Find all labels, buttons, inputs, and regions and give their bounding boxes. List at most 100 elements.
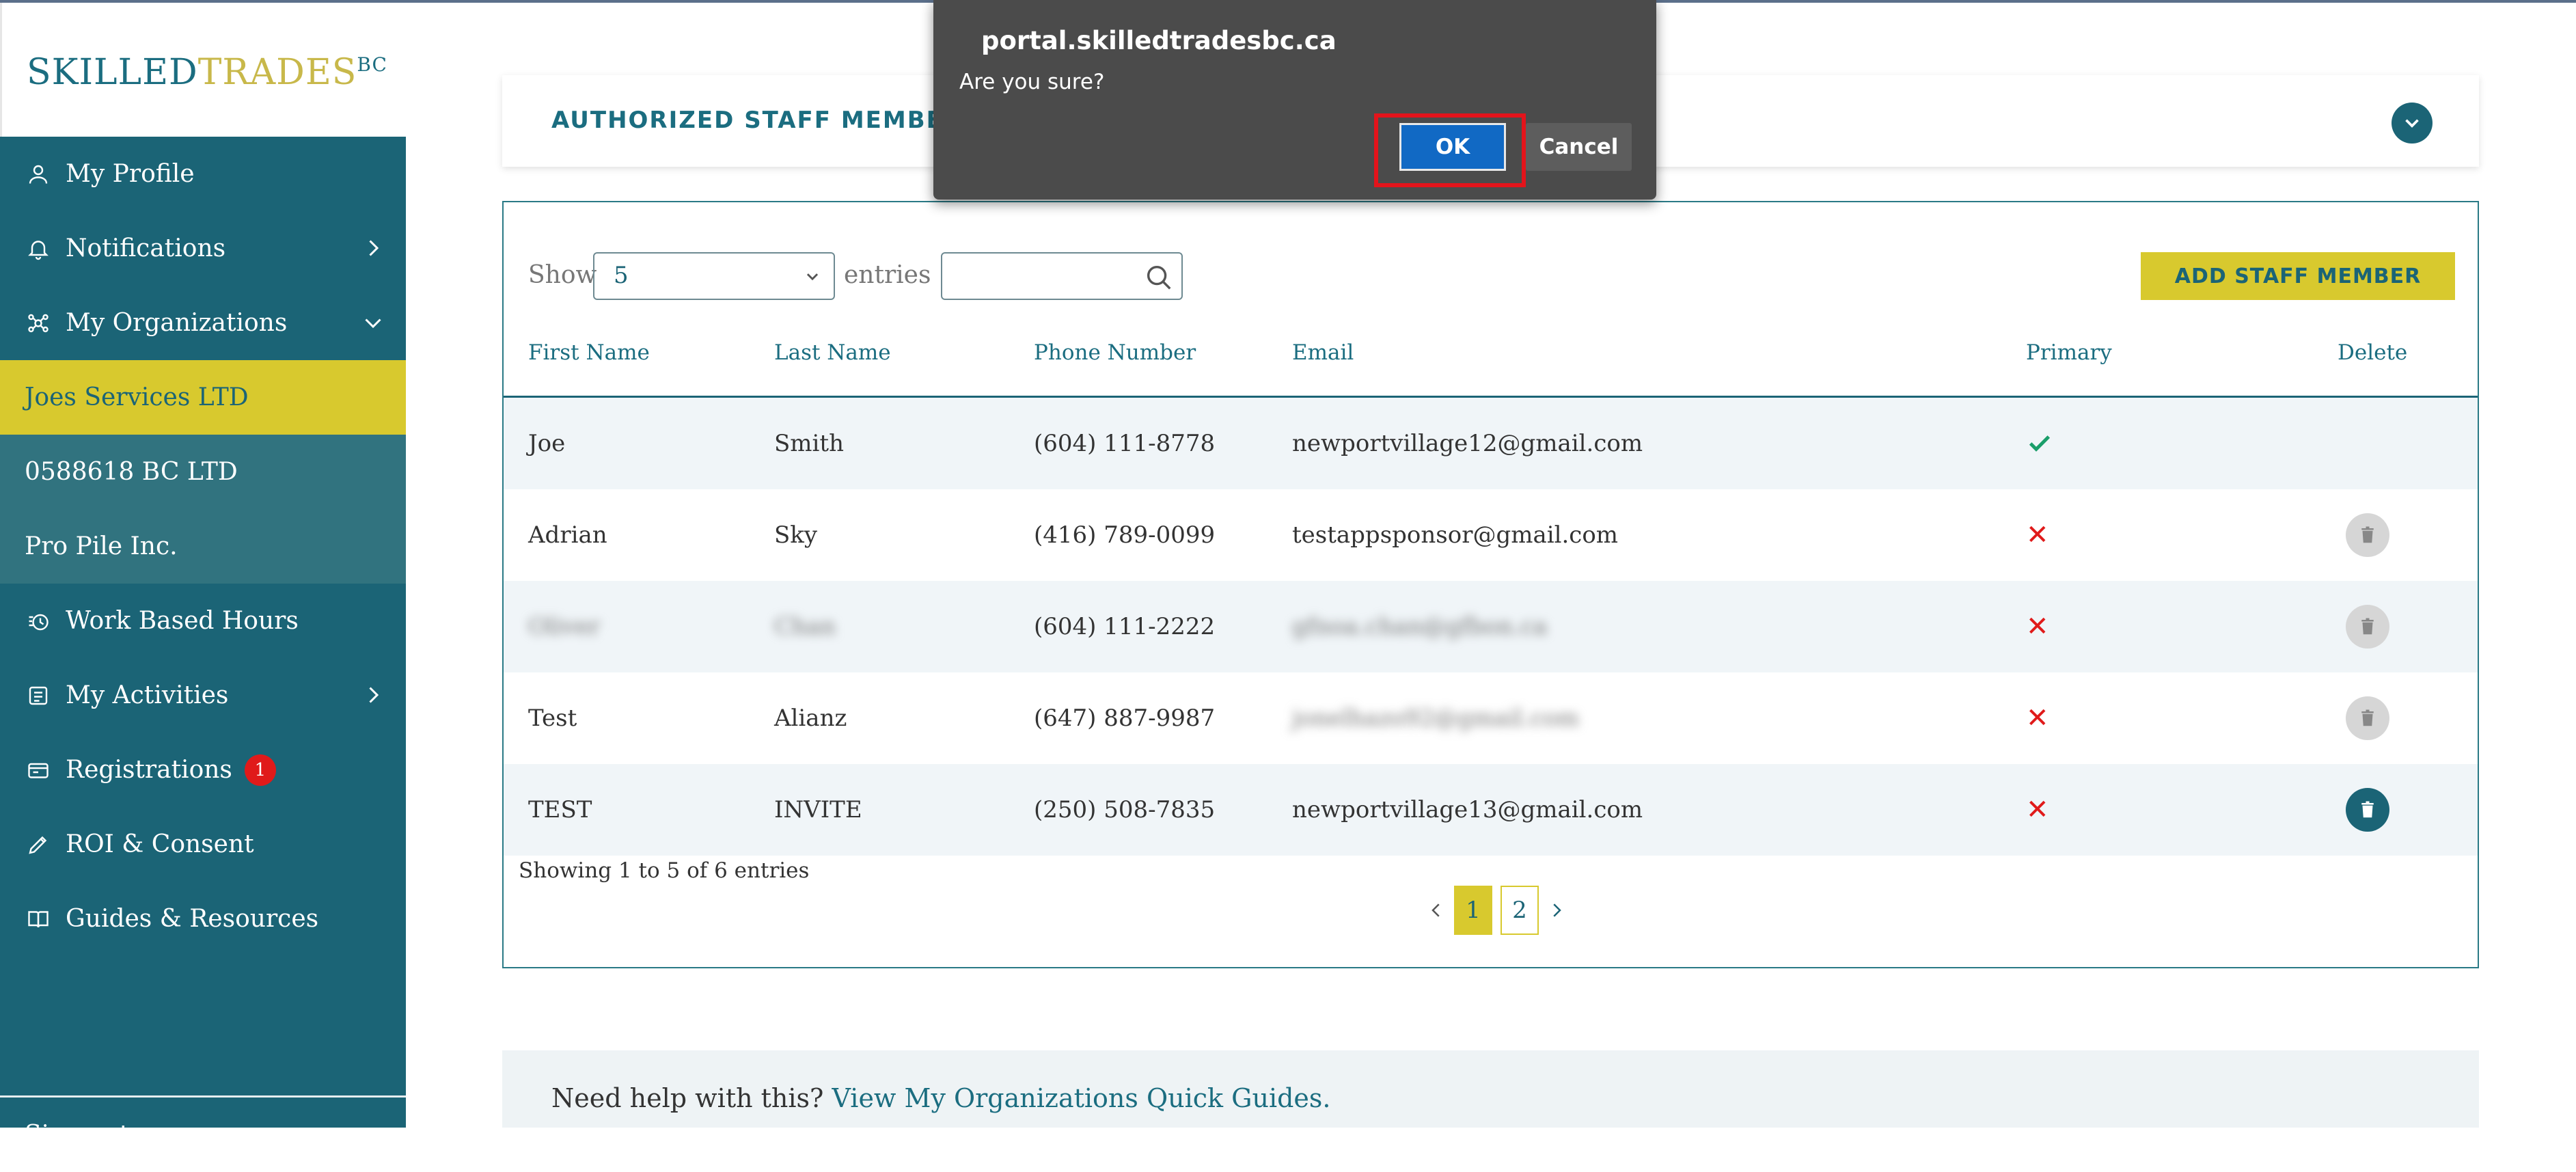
cell-email: jonelhazo92@gmail.com	[1292, 705, 1580, 732]
table-info: Showing 1 to 5 of 6 entries	[519, 858, 810, 883]
cell-phone: (604) 111-2222	[1034, 613, 1216, 640]
sidebar-item-label: Work Based Hours	[66, 607, 299, 635]
dialog-message: Are you sure?	[959, 70, 1105, 94]
chevron-right-icon	[369, 240, 379, 256]
check-icon	[2029, 435, 2051, 452]
help-text: Need help with this? View My Organizatio…	[551, 1083, 1331, 1113]
previous-page-button[interactable]	[1423, 897, 1450, 924]
cell-first-name: Adrian	[528, 521, 607, 549]
next-page-button[interactable]	[1543, 897, 1570, 924]
chevron-right-icon	[1553, 903, 1561, 917]
sidebar-item-sign-out[interactable]: Sign out	[0, 1098, 406, 1172]
sidebar-item-label: Sign out	[25, 1121, 130, 1149]
sidebar-item-0588618-bc[interactable]: 0588618 BC LTD	[0, 435, 406, 509]
dialog-title: portal.skilledtradesbc.ca	[981, 26, 1337, 55]
sidebar-item-my-activities[interactable]: My Activities	[0, 658, 406, 733]
sidebar-item-label: ROI & Consent	[66, 830, 254, 858]
sidebar-item-joes-services[interactable]: Joes Services LTD	[0, 360, 406, 435]
sidebar-item-guides-resources[interactable]: Guides & Resources	[0, 882, 406, 956]
staff-table-card: Show 5 entries ADD STAFF MEMBER First Na…	[502, 201, 2479, 968]
page-size-select[interactable]: 5	[593, 252, 835, 300]
delete-button	[2346, 672, 2389, 764]
cell-first-name: TEST	[528, 796, 592, 823]
cell-last-name: Alianz	[774, 705, 847, 732]
column-header-first-name[interactable]: First Name	[528, 340, 650, 365]
chevron-left-icon	[1431, 903, 1440, 917]
sidebar-item-label: Notifications	[66, 234, 226, 262]
collapse-toggle-button[interactable]	[2392, 103, 2433, 144]
set-primary-x-icon[interactable]: ✕	[2026, 672, 2049, 764]
column-header-delete: Delete	[2338, 340, 2408, 365]
set-primary-x-icon[interactable]: ✕	[2026, 764, 2049, 856]
user-icon	[25, 161, 52, 188]
chevron-down-icon	[2405, 119, 2419, 128]
table-row: Oliver Chan (604) 111-2222 gfnoa.chan@gf…	[504, 581, 2478, 672]
activities-icon	[25, 682, 52, 709]
column-header-email[interactable]: Email	[1292, 340, 1354, 365]
table-row: Joe Smith (604) 111-8778 newportvillage1…	[504, 398, 2478, 489]
cell-email: newportvillage12@gmail.com	[1292, 430, 1643, 457]
sidebar-item-label: Guides & Resources	[66, 905, 319, 933]
sidebar-item-label: My Organizations	[66, 309, 288, 337]
logo-skilled: SKILLED	[27, 52, 198, 93]
chevron-down-icon	[806, 273, 819, 281]
set-primary-x-icon[interactable]: ✕	[2026, 489, 2049, 581]
sidebar-nav: My Profile Notifications My Organization…	[0, 137, 406, 1149]
cell-first-name: Test	[528, 705, 577, 732]
logo-bc: BC	[357, 53, 387, 76]
cell-phone: (604) 111-8778	[1034, 430, 1216, 457]
pencil-icon	[25, 831, 52, 858]
search-input[interactable]	[941, 252, 1183, 300]
primary-check-icon	[2026, 398, 2053, 489]
delete-button[interactable]	[2346, 764, 2389, 856]
confirm-dialog: portal.skilledtradesbc.ca Are you sure? …	[933, 0, 1656, 200]
help-prompt: Need help with this?	[551, 1083, 832, 1113]
ok-button[interactable]: OK	[1399, 123, 1506, 171]
page-size-value: 5	[614, 262, 629, 289]
sidebar-item-registrations[interactable]: Registrations 1	[0, 733, 406, 807]
sidebar-item-work-based-hours[interactable]: Work Based Hours	[0, 584, 406, 658]
trash-icon	[2346, 605, 2389, 649]
trash-icon	[2346, 513, 2389, 557]
section-title: AUTHORIZED STAFF MEMBERS	[551, 107, 981, 134]
logo[interactable]: SKILLEDTRADESBC	[27, 52, 387, 93]
sidebar-item-pro-pile[interactable]: Pro Pile Inc.	[0, 509, 406, 584]
cancel-button[interactable]: Cancel	[1526, 123, 1632, 171]
logo-area: SKILLEDTRADESBC	[0, 3, 406, 137]
page-2-button[interactable]: 2	[1501, 886, 1539, 935]
organizations-icon	[25, 310, 52, 337]
delete-button	[2346, 489, 2389, 581]
sidebar-item-my-profile[interactable]: My Profile	[0, 137, 406, 211]
show-label: Show	[528, 261, 597, 289]
chevron-down-icon	[365, 318, 381, 329]
table-row: TEST INVITE (250) 508-7835 newportvillag…	[504, 764, 2478, 856]
page-1-button[interactable]: 1	[1454, 886, 1492, 935]
cell-email: gfnoa.chan@gfbon.ca	[1292, 613, 1548, 640]
hours-icon	[25, 608, 52, 635]
bell-icon	[25, 235, 52, 262]
sidebar-item-notifications[interactable]: Notifications	[0, 211, 406, 286]
quick-guides-link[interactable]: View My Organizations Quick Guides.	[832, 1083, 1331, 1113]
trash-icon[interactable]	[2346, 788, 2389, 832]
sidebar-item-roi-consent[interactable]: ROI & Consent	[0, 807, 406, 882]
table-row: Adrian Sky (416) 789-0099 testappsponsor…	[504, 489, 2478, 581]
cell-last-name: Sky	[774, 521, 818, 549]
logo-trades: TRADES	[197, 52, 357, 93]
column-header-last-name[interactable]: Last Name	[774, 340, 891, 365]
cell-first-name: Oliver	[528, 613, 601, 640]
column-header-primary[interactable]: Primary	[2026, 340, 2112, 365]
delete-button	[2346, 581, 2389, 672]
sidebar: SKILLEDTRADESBC My Profile Notifications…	[0, 0, 406, 1149]
add-staff-member-button[interactable]: ADD STAFF MEMBER	[2141, 252, 2455, 300]
help-banner: Need help with this? View My Organizatio…	[502, 1050, 2479, 1128]
set-primary-x-icon[interactable]: ✕	[2026, 581, 2049, 672]
trash-icon	[2346, 696, 2389, 740]
notification-badge: 1	[244, 754, 276, 786]
sidebar-item-my-organizations[interactable]: My Organizations	[0, 286, 406, 360]
sidebar-item-label: My Profile	[66, 160, 195, 188]
cell-last-name: INVITE	[774, 796, 862, 823]
column-header-phone[interactable]: Phone Number	[1034, 340, 1196, 365]
chevron-right-icon	[369, 687, 379, 703]
sidebar-item-label: Registrations	[66, 756, 232, 784]
cell-email: newportvillage13@gmail.com	[1292, 796, 1643, 823]
